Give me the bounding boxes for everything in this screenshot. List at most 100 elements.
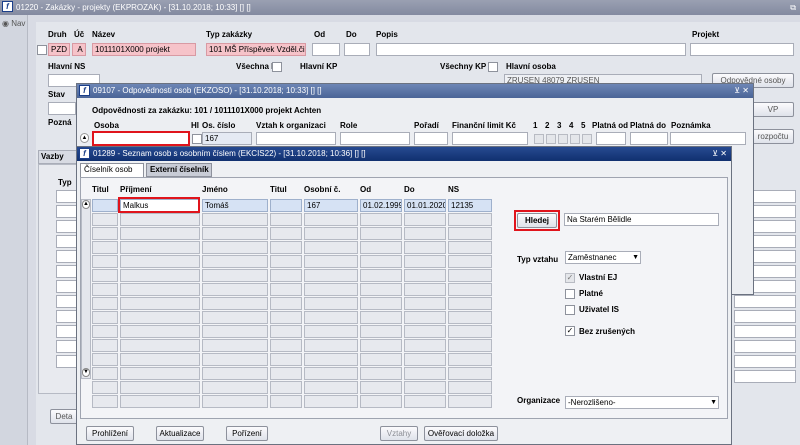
table-cell[interactable] [270,297,302,310]
table-cell[interactable] [92,199,118,212]
table-cell[interactable] [360,297,402,310]
table-cell[interactable] [202,381,268,394]
od-field[interactable] [312,43,340,56]
table-cell[interactable] [448,227,492,240]
table-cell[interactable] [304,325,358,338]
table-cell[interactable] [404,283,446,296]
table-cell[interactable] [448,381,492,394]
table-cell[interactable] [92,255,118,268]
table-cell[interactable] [202,311,268,324]
table-cell[interactable] [120,339,200,352]
table-cell[interactable] [404,255,446,268]
table-cell[interactable] [360,367,402,380]
table-cell[interactable] [92,395,118,408]
table-cell[interactable] [92,339,118,352]
table-cell[interactable] [360,269,402,282]
table-cell[interactable] [92,311,118,324]
projekt-field[interactable] [690,43,794,56]
table-cell[interactable] [270,381,302,394]
vazby-row-field[interactable] [56,355,78,368]
table-cell[interactable] [120,297,200,310]
vazby-row-field[interactable] [56,280,78,293]
role-field[interactable] [340,132,410,145]
table-cell[interactable] [270,269,302,282]
table-cell[interactable] [92,269,118,282]
table-cell[interactable] [304,241,358,254]
table-cell[interactable] [270,255,302,268]
vazby-row-field[interactable] [56,205,78,218]
table-cell[interactable] [304,255,358,268]
table-cell[interactable] [120,381,200,394]
main-grid-row-field[interactable] [734,295,796,308]
search-input[interactable]: Na Starém Bělidle [564,213,719,226]
table-cell[interactable] [360,227,402,240]
table-cell[interactable] [404,297,446,310]
table-cell[interactable] [448,339,492,352]
table-cell[interactable] [360,213,402,226]
table-cell[interactable] [202,269,268,282]
table-cell[interactable] [202,227,268,240]
vztahy-button[interactable]: Vztahy [380,426,418,441]
do-field[interactable] [344,43,370,56]
vazby-row-field[interactable] [56,265,78,278]
table-cell[interactable] [270,353,302,366]
table-cell[interactable] [304,339,358,352]
vsechna-ns-checkbox[interactable] [272,62,282,72]
vp-button[interactable]: VP [752,102,794,117]
table-cell[interactable] [202,297,268,310]
vazby-row-field[interactable] [56,325,78,338]
table-cell[interactable] [92,227,118,240]
table-cell[interactable]: 12135 [448,199,492,212]
table-cell[interactable] [304,381,358,394]
porizeni-button[interactable]: Pořízení [226,426,268,441]
table-cell[interactable] [448,353,492,366]
main-grid-row-field[interactable] [734,340,796,353]
limit-checkbox[interactable] [546,134,556,144]
table-cell[interactable] [360,353,402,366]
table-cell[interactable]: 01.01.2020 [404,199,446,212]
table-cell[interactable] [448,283,492,296]
poradi-field[interactable] [414,132,448,145]
main-grid-row-field[interactable] [734,370,796,383]
table-cell[interactable] [92,213,118,226]
table-cell[interactable] [448,395,492,408]
table-cell[interactable] [304,367,358,380]
table-cell[interactable] [92,353,118,366]
table-cell[interactable] [270,283,302,296]
main-grid-row-field[interactable] [734,325,796,338]
os-cislo-field[interactable]: 167 [202,132,252,145]
table-cell[interactable] [404,395,446,408]
vazby-row-field[interactable] [56,190,78,203]
row-checkbox[interactable] [37,45,47,55]
table-cell[interactable] [360,381,402,394]
table-cell[interactable] [120,325,200,338]
table-cell[interactable] [448,269,492,282]
popis-field[interactable] [376,43,686,56]
table-cell[interactable] [202,241,268,254]
stav-field[interactable] [48,102,76,115]
overovaci-dolozka-button[interactable]: Ověřovací doložka [424,426,498,441]
platna-do-field[interactable] [630,132,668,145]
platna-od-field[interactable] [596,132,626,145]
table-cell[interactable] [270,367,302,380]
table-cell[interactable] [304,353,358,366]
table-cell[interactable] [404,325,446,338]
table-cell[interactable] [92,283,118,296]
table-cell[interactable] [120,283,200,296]
vazby-row-field[interactable] [56,295,78,308]
tab-externi-ciselnik[interactable]: Externí číselník [146,163,212,177]
table-cell[interactable] [202,367,268,380]
table-cell[interactable] [202,339,268,352]
table-cell[interactable] [270,199,302,212]
table-cell[interactable] [404,381,446,394]
table-cell[interactable] [202,213,268,226]
table-cell[interactable] [270,325,302,338]
table-cell[interactable] [270,213,302,226]
table-cell[interactable] [202,395,268,408]
limit-field[interactable] [452,132,528,145]
table-cell[interactable] [404,269,446,282]
vsechny-kp-checkbox[interactable] [488,62,498,72]
table-cell[interactable] [448,325,492,338]
rozpoctu-button[interactable]: rozpočtu [752,129,794,144]
table-cell[interactable] [304,395,358,408]
